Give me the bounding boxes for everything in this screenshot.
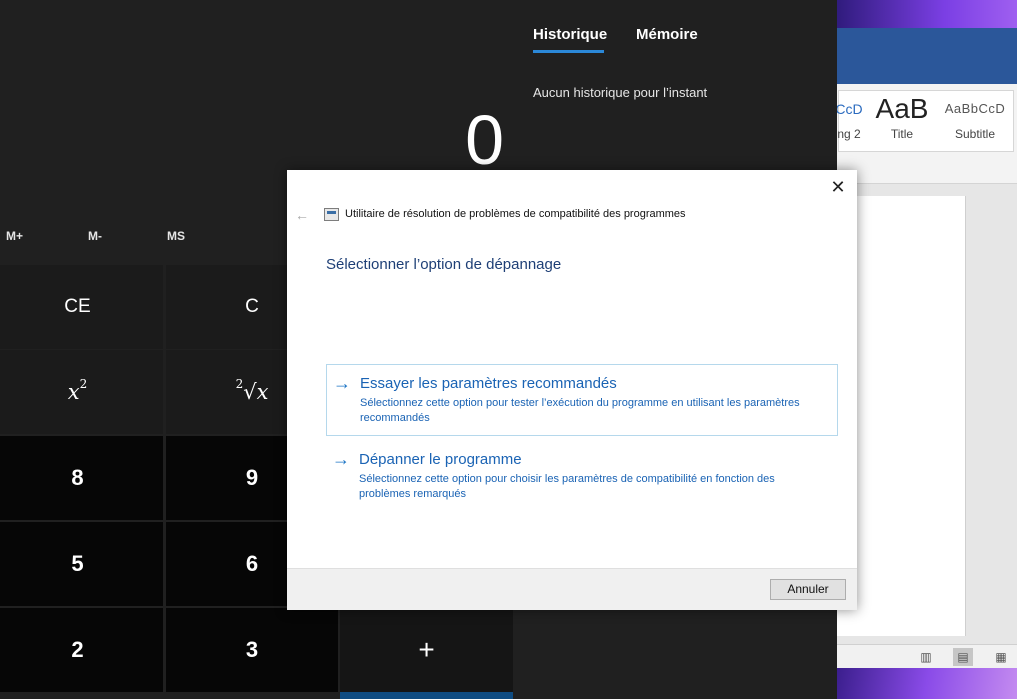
option-title: Dépanner le programme bbox=[359, 451, 522, 468]
print-layout-icon[interactable]: ▤ bbox=[953, 648, 973, 666]
key-label: 6 bbox=[245, 551, 259, 576]
read-mode-icon[interactable]: ▥ bbox=[916, 648, 936, 666]
plus-button[interactable]: + bbox=[340, 608, 513, 692]
key-label: 2 bbox=[71, 637, 84, 662]
memory-store-button[interactable]: MS bbox=[167, 229, 185, 243]
style-title[interactable]: AaB Title bbox=[871, 91, 933, 141]
back-arrow-icon[interactable]: ← bbox=[295, 207, 309, 223]
option-description: Sélectionnez cette option pour tester l’… bbox=[360, 397, 800, 424]
memory-add-button[interactable]: M+ bbox=[6, 229, 23, 243]
calculator-display: 0 bbox=[465, 101, 504, 179]
arrow-right-icon: → bbox=[333, 373, 351, 393]
word-ribbon: CcD ng 2 AaB Title AaBbCcD Subtitle bbox=[835, 84, 1017, 184]
square-exponent: 2 bbox=[79, 377, 88, 391]
style-preview: AaB bbox=[875, 93, 929, 124]
digit-8-button[interactable]: 8 bbox=[0, 436, 163, 520]
style-subtitle[interactable]: AaBbCcD Subtitle bbox=[939, 91, 1011, 141]
troubleshooter-dialog: ✕ ← Utilitaire de résolution de problème… bbox=[287, 170, 857, 610]
digit-3-button[interactable]: 3 bbox=[166, 608, 338, 692]
key-label: 8 bbox=[71, 465, 84, 490]
clear-entry-button[interactable]: CE bbox=[0, 265, 163, 349]
troubleshooter-icon bbox=[324, 208, 339, 221]
word-window: CcD ng 2 AaB Title AaBbCcD Subtitle ▥ ▤ … bbox=[835, 28, 1017, 668]
square-base: x bbox=[67, 380, 80, 404]
option-title: Essayer les paramètres recommandés bbox=[360, 375, 617, 392]
desktop-wallpaper-bottom bbox=[836, 668, 1017, 699]
style-heading-2[interactable]: CcD ng 2 bbox=[833, 91, 865, 141]
digit-5-button[interactable]: 5 bbox=[0, 522, 163, 606]
square-button[interactable]: x2 bbox=[0, 350, 163, 434]
status-bar: ▥ ▤ ▦ bbox=[836, 644, 1017, 668]
style-name: ng 2 bbox=[837, 127, 861, 141]
arrow-right-icon: → bbox=[332, 449, 350, 469]
square-root-label: 2√x bbox=[235, 377, 269, 404]
option-troubleshoot-program[interactable]: → Dépanner le programme Sélectionnez cet… bbox=[326, 441, 838, 513]
key-label: + bbox=[418, 634, 435, 665]
style-name: Subtitle bbox=[954, 127, 996, 141]
key-label: 5 bbox=[71, 551, 84, 576]
key-label: 9 bbox=[245, 465, 259, 490]
key-label: CE bbox=[64, 296, 91, 317]
root-variable: x bbox=[256, 380, 269, 404]
style-name: Title bbox=[890, 127, 914, 141]
option-recommended-settings[interactable]: → Essayer les paramètres recommandés Sél… bbox=[326, 364, 838, 436]
history-empty-text: Aucun historique pour l’instant bbox=[533, 85, 708, 100]
digit-2-button[interactable]: 2 bbox=[0, 608, 163, 692]
tab-memory[interactable]: Mémoire bbox=[636, 26, 698, 43]
close-icon[interactable]: ✕ bbox=[827, 176, 849, 198]
cancel-button[interactable]: Annuler bbox=[770, 579, 846, 600]
style-preview: AaBbCcD bbox=[944, 101, 1006, 116]
key-label: 3 bbox=[245, 637, 259, 662]
document-canvas bbox=[836, 184, 1017, 644]
dialog-title: Utilitaire de résolution de problèmes de… bbox=[345, 208, 686, 220]
root-index: 2 bbox=[235, 377, 244, 391]
styles-gallery: CcD ng 2 AaB Title AaBbCcD Subtitle bbox=[835, 90, 1014, 152]
active-tab-indicator bbox=[533, 50, 604, 53]
option-description: Sélectionnez cette option pour choisir l… bbox=[359, 473, 775, 500]
dialog-footer: Annuler bbox=[287, 568, 857, 610]
tab-history[interactable]: Historique bbox=[533, 26, 607, 43]
dialog-heading: Sélectionner l’option de dépannage bbox=[326, 256, 562, 273]
desktop-wallpaper-top bbox=[836, 0, 1017, 28]
equals-button[interactable] bbox=[340, 692, 513, 699]
word-title-bar bbox=[836, 28, 1017, 84]
key-label: C bbox=[245, 296, 259, 317]
root-symbol: √ bbox=[243, 380, 257, 404]
square-label: x2 bbox=[67, 377, 88, 404]
memory-subtract-button[interactable]: M- bbox=[88, 229, 102, 243]
style-preview: CcD bbox=[835, 101, 863, 117]
web-layout-icon[interactable]: ▦ bbox=[991, 648, 1011, 666]
